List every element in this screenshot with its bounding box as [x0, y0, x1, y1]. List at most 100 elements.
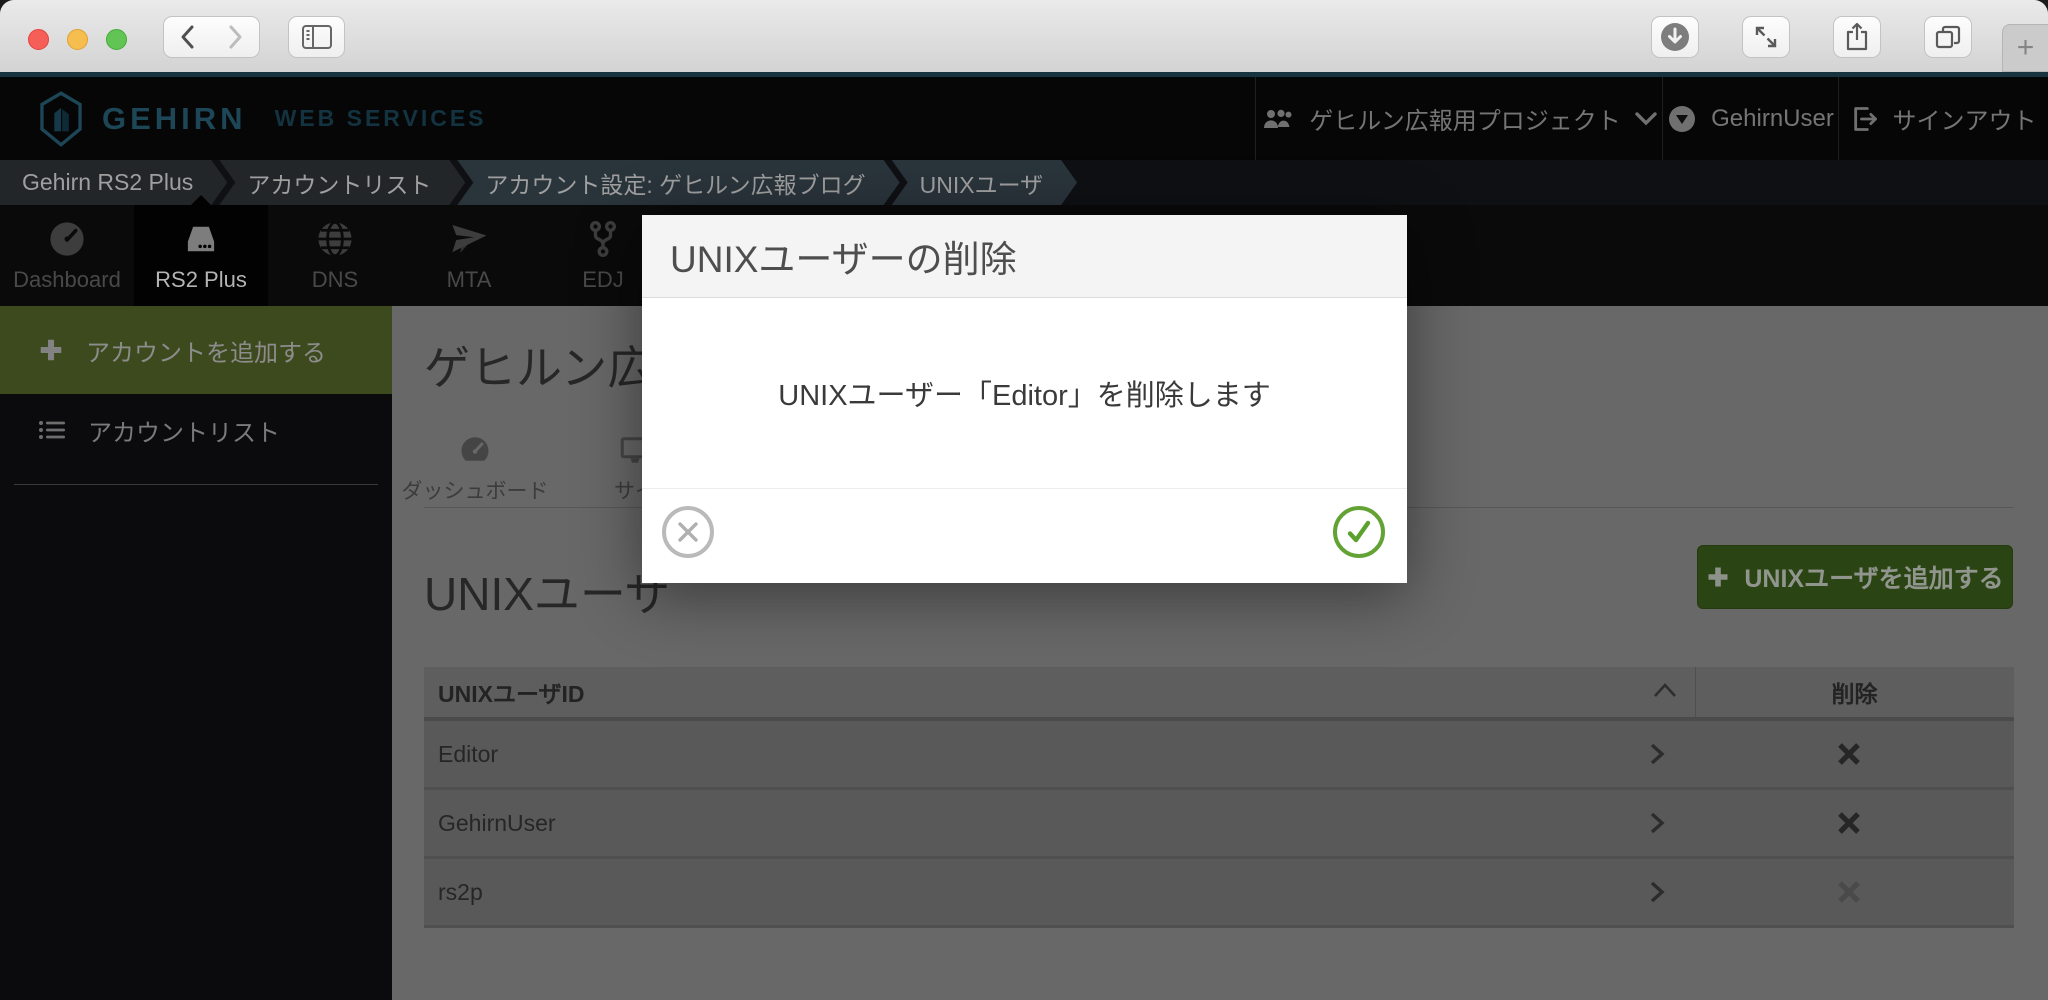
table-header: UNIXユーザID 削除	[424, 667, 2014, 721]
nav-tab-rs2plus[interactable]: RS2 Plus	[134, 205, 268, 306]
cancel-x-icon	[675, 519, 701, 545]
section-title: UNIXユーザ	[424, 558, 671, 624]
breadcrumb-label: アカウントリスト	[247, 166, 431, 200]
nav-tab-label: DNS	[312, 267, 358, 293]
add-unix-user-label: UNIXユーザを追加する	[1744, 559, 2003, 595]
forward-button[interactable]	[211, 16, 260, 58]
nav-tab-mta[interactable]: MTA	[402, 205, 536, 306]
sidebar: アカウントを追加する アカウントリスト	[0, 306, 392, 1000]
unix-user-id: Editor	[438, 721, 498, 787]
list-icon	[38, 418, 66, 442]
gauge-icon	[46, 218, 88, 260]
cancel-button[interactable]	[662, 506, 714, 558]
sidebar-item-add-account[interactable]: アカウントを追加する	[0, 306, 392, 394]
nav-tab-label: Dashboard	[13, 267, 121, 293]
minimize-window-button[interactable]	[67, 29, 88, 50]
breadcrumb-item-account-settings[interactable]: アカウント設定: ゲヒルン広報ブログ	[457, 160, 899, 205]
breadcrumb-item-unix-user[interactable]: UNIXユーザ	[892, 160, 1078, 205]
nav-tab-label: EDJ	[582, 267, 624, 293]
account-page-title: ゲヒルン広	[424, 332, 653, 398]
downloads-button[interactable]	[1651, 16, 1699, 58]
breadcrumb-item-account-list[interactable]: アカウントリスト	[219, 160, 465, 205]
modal-header: UNIXユーザーの削除	[642, 215, 1407, 298]
sidebar-item-account-list[interactable]: アカウントリスト	[0, 394, 392, 466]
modal-footer	[642, 488, 1407, 583]
table-row-editor[interactable]: Editor	[424, 721, 2014, 790]
column-header-delete: 削除	[1695, 667, 2014, 717]
add-unix-user-button[interactable]: UNIXユーザを追加する	[1697, 545, 2013, 609]
back-icon	[177, 23, 199, 51]
modal-message: UNIXユーザー「Editor」を削除します	[642, 298, 1407, 488]
plus-icon	[38, 337, 64, 363]
modal-title: UNIXユーザーの削除	[670, 229, 1017, 283]
delete-user-icon[interactable]	[1835, 878, 1863, 911]
plus-icon	[1706, 565, 1730, 589]
sidebar-toggle-icon	[301, 24, 333, 50]
new-tab-button[interactable]: +	[2002, 24, 2048, 72]
delete-user-icon[interactable]	[1835, 740, 1863, 773]
breadcrumb: Gehirn RS2 Plus アカウントリスト アカウント設定: ゲヒルン広報…	[0, 160, 2048, 205]
gauge-icon	[457, 432, 493, 468]
tab-label: ダッシュボード	[402, 475, 549, 505]
chevron-right-icon[interactable]	[1648, 880, 1666, 909]
delete-unix-user-modal: UNIXユーザーの削除 UNIXユーザー「Editor」を削除します	[642, 215, 1407, 583]
paper-plane-icon	[447, 218, 491, 260]
breadcrumb-label: UNIXユーザ	[920, 166, 1044, 200]
brand-logo[interactable]: GEHIRN WEB SERVICES	[38, 77, 487, 160]
signout-icon	[1851, 105, 1879, 133]
nav-tab-label: RS2 Plus	[155, 267, 247, 293]
server-icon	[179, 218, 223, 260]
globe-icon	[314, 218, 356, 260]
gehirn-shield-icon	[38, 91, 84, 147]
users-icon	[1261, 107, 1295, 131]
chevron-right-icon[interactable]	[1648, 742, 1666, 771]
nav-tab-dns[interactable]: DNS	[268, 205, 402, 306]
sidebar-divider	[14, 484, 378, 485]
unix-user-id: GehirnUser	[438, 790, 556, 856]
back-button[interactable]	[163, 16, 212, 58]
signout-label: サインアウト	[1893, 101, 2037, 136]
browser-toolbar: +	[0, 0, 2048, 72]
sidebar-toggle-button[interactable]	[288, 16, 345, 58]
unix-user-id: rs2p	[438, 859, 483, 925]
avatar-icon	[1667, 104, 1697, 134]
project-name: ゲヒルン広報用プロジェクト	[1309, 101, 1621, 136]
forward-icon	[224, 23, 246, 51]
tab-overview-icon	[1934, 24, 1962, 50]
zoom-window-button[interactable]	[106, 29, 127, 50]
tab-overview-button[interactable]	[1924, 16, 1972, 58]
signout-button[interactable]: サインアウト	[1838, 77, 2048, 160]
app-window: + GEHIRN WEB SERVICES ゲヒルン広報用プロジェクト Gehi…	[0, 0, 2048, 1000]
sort-caret-icon[interactable]	[1652, 681, 1678, 704]
unix-user-table: Editor GehirnUser rs2p	[424, 721, 2014, 928]
breadcrumb-label: Gehirn RS2 Plus	[22, 169, 193, 196]
chevron-right-icon[interactable]	[1648, 811, 1666, 840]
brand-name: GEHIRN	[102, 101, 247, 137]
sidebar-item-label: アカウントを追加する	[86, 333, 326, 368]
nav-tab-dashboard[interactable]: Dashboard	[0, 205, 134, 306]
breadcrumb-label: アカウント設定: ゲヒルン広報ブログ	[485, 166, 865, 200]
fork-icon	[583, 218, 623, 260]
column-header-unix-user-id[interactable]: UNIXユーザID	[438, 667, 585, 717]
download-icon	[1659, 21, 1691, 53]
confirm-button[interactable]	[1333, 506, 1385, 558]
share-button[interactable]	[1833, 16, 1881, 58]
fullscreen-button[interactable]	[1742, 16, 1790, 58]
delete-user-icon[interactable]	[1835, 809, 1863, 842]
new-tab-label: +	[2017, 31, 2035, 65]
share-icon	[1844, 22, 1870, 52]
table-row-gehirnuser[interactable]: GehirnUser	[424, 790, 2014, 859]
close-window-button[interactable]	[28, 29, 49, 50]
sidebar-item-label: アカウントリスト	[88, 413, 280, 448]
fullscreen-icon	[1752, 23, 1780, 51]
site-header: GEHIRN WEB SERVICES ゲヒルン広報用プロジェクト Gehirn…	[0, 77, 2048, 160]
project-selector[interactable]: ゲヒルン広報用プロジェクト	[1255, 77, 1662, 160]
user-name: GehirnUser	[1711, 105, 1834, 133]
tab-dashboard[interactable]: ダッシュボード	[400, 432, 550, 505]
brand-subtitle: WEB SERVICES	[275, 105, 487, 132]
table-row-rs2p[interactable]: rs2p	[424, 859, 2014, 928]
nav-tab-label: MTA	[447, 267, 492, 293]
confirm-check-icon	[1344, 517, 1374, 547]
chevron-down-icon	[1635, 112, 1657, 126]
user-menu[interactable]: GehirnUser	[1662, 77, 1838, 160]
